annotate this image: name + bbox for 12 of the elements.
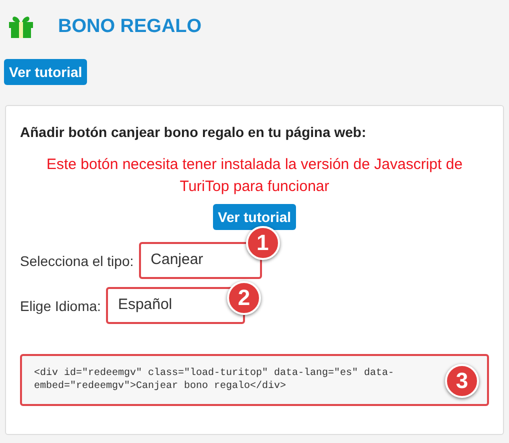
tutorial-button[interactable]: Ver tutorial xyxy=(212,204,296,230)
section-heading: Añadir botón canjear bono regalo en tu página web: xyxy=(20,124,368,140)
tutorial-button[interactable]: Ver tutorial xyxy=(4,59,88,85)
code-snippet: <div id="redeemgv" class="load-turitop" data-lang="es" data-embed="redeemgv">Canjear bono regalo</div> xyxy=(34,367,396,393)
warning-text: Este botón necesita tener instalada la versión de Javascript de TuriTop para funcionar xyxy=(45,155,464,197)
step-marker: 3 xyxy=(445,364,479,398)
step-marker: 2 xyxy=(226,281,261,315)
field-label: Selecciona el tipo: xyxy=(20,252,134,268)
step-marker: 1 xyxy=(246,226,280,260)
page-title: BONO REGALO xyxy=(58,16,202,38)
field-label: Elige Idioma: xyxy=(20,298,101,314)
gift-icon xyxy=(8,15,34,39)
